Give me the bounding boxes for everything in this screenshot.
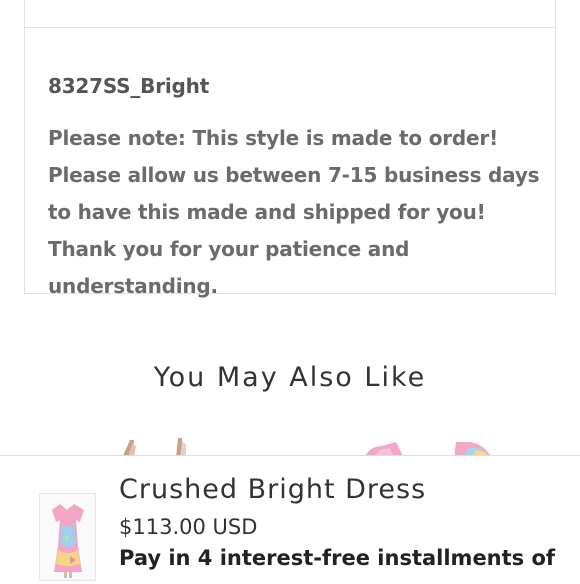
made-to-order-note: Please note: This style is made to order… xyxy=(48,126,540,298)
sticky-product-price: $113.00 USD xyxy=(119,515,258,539)
installments-message: Pay in 4 interest-free installments of xyxy=(119,546,556,570)
dress-thumbnail-image xyxy=(52,504,84,578)
product-sku: 8327SS_Bright xyxy=(48,74,210,98)
sticky-add-to-cart-bar: Crushed Bright Dress $113.00 USD Pay in … xyxy=(0,455,580,581)
sticky-product-title: Crushed Bright Dress xyxy=(119,474,427,505)
previous-section-box xyxy=(24,0,556,28)
recommendations-heading: You May Also Like xyxy=(153,362,427,393)
product-thumbnail[interactable] xyxy=(39,493,96,581)
